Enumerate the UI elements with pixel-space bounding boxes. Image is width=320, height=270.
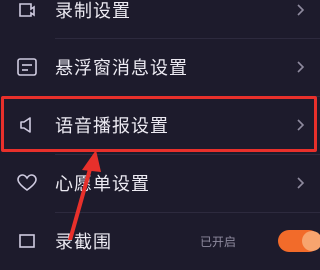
chevron-right-icon xyxy=(296,3,306,17)
floating-window-icon xyxy=(16,56,38,78)
crop-icon xyxy=(16,230,38,252)
menu-item-record-settings[interactable]: 录制设置 xyxy=(0,0,320,39)
chevron-right-icon xyxy=(296,60,306,74)
menu-item-label: 悬浮窗消息设置 xyxy=(55,58,188,79)
menu-item-crop-settings[interactable]: 录截围 已开启 xyxy=(0,212,320,270)
toggle-switch[interactable] xyxy=(278,230,320,252)
chevron-right-icon xyxy=(296,176,306,190)
menu-item-floating-window-settings[interactable]: 悬浮窗消息设置 xyxy=(0,38,320,96)
status-text: 已开启 xyxy=(200,234,237,249)
menu-item-label: 心愿单设置 xyxy=(55,174,150,195)
menu-item-wishlist-settings[interactable]: 心愿单设置 xyxy=(0,154,320,212)
menu-item-label: 录制设置 xyxy=(55,1,131,22)
toggle-knob xyxy=(302,231,320,251)
heart-icon xyxy=(16,172,38,194)
menu-item-label: 录截围 xyxy=(55,232,112,253)
highlight-box xyxy=(1,96,317,152)
record-settings-icon xyxy=(16,0,38,21)
